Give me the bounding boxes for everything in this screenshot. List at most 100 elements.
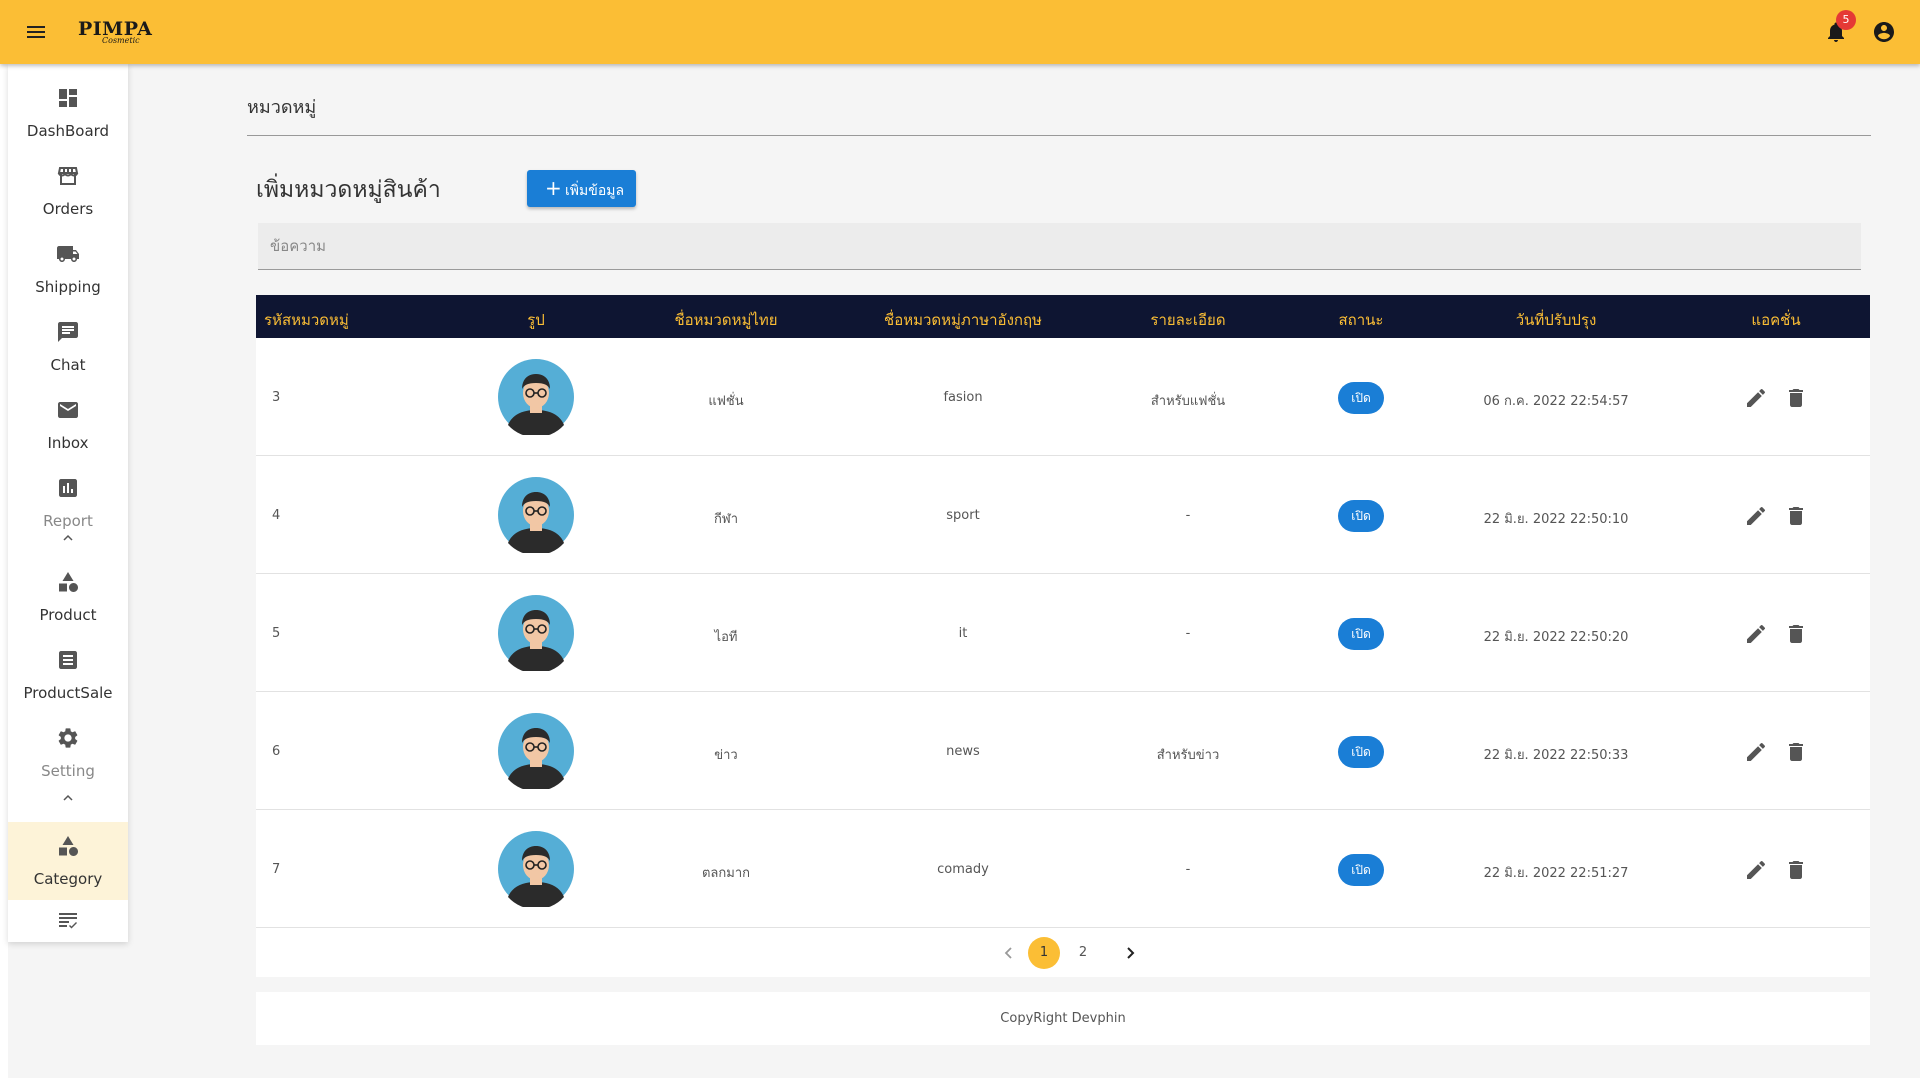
- sidebar-item-more[interactable]: [8, 906, 128, 942]
- sidebar-item-orders[interactable]: Orders: [8, 152, 128, 230]
- status-badge[interactable]: เปิด: [1338, 736, 1384, 768]
- sidebar-item-label: Category: [33, 870, 103, 888]
- status-badge[interactable]: เปิด: [1338, 854, 1384, 886]
- page-button-2[interactable]: 2: [1067, 937, 1099, 969]
- updated-date: 22 มิ.ย. 2022 22:51:27: [1483, 866, 1629, 881]
- sidebar-item-label: Chat: [50, 356, 86, 374]
- table-row: 5 ไอที it - เปิด 22 มิ.ย. 2022 22:50:20: [256, 574, 1870, 692]
- divider: [247, 135, 1871, 136]
- category-detail: สำหรับข่าว: [1156, 748, 1220, 763]
- edit-icon[interactable]: [1744, 622, 1768, 646]
- category-image: [498, 831, 574, 910]
- category-detail: -: [1185, 626, 1191, 641]
- category-detail: -: [1185, 862, 1191, 877]
- chevron-right-icon[interactable]: [1118, 941, 1142, 965]
- column-header: ชื่อหมวดหมู่ไทย: [674, 311, 778, 329]
- add-data-button[interactable]: + เพิ่มข้อมูล: [527, 170, 636, 207]
- column-header: ชื่อหมวดหมู่ภาษาอังกฤษ: [884, 311, 1042, 329]
- edit-icon[interactable]: [1744, 858, 1768, 882]
- hamburger-menu-icon[interactable]: [24, 20, 48, 44]
- category-image: [498, 713, 574, 792]
- status-badge[interactable]: เปิด: [1338, 382, 1384, 414]
- category-name-en: it: [958, 626, 968, 641]
- search-input[interactable]: [258, 223, 1861, 270]
- sidebar-item-inbox[interactable]: Inbox: [8, 386, 128, 464]
- edit-icon[interactable]: [1744, 504, 1768, 528]
- bar-chart-icon: [56, 476, 80, 500]
- column-header: รูป: [527, 311, 545, 329]
- category-id: 5: [272, 626, 281, 641]
- delete-icon[interactable]: [1784, 504, 1808, 528]
- sidebar-item-label: ProductSale: [23, 684, 113, 702]
- truck-icon: [56, 242, 80, 266]
- chevron-up-icon[interactable]: [60, 530, 76, 546]
- account-circle-icon[interactable]: [1872, 20, 1896, 44]
- category-detail: -: [1185, 508, 1191, 523]
- updated-date: 06 ก.ค. 2022 22:54:57: [1483, 394, 1629, 409]
- category-name-en: news: [946, 744, 980, 759]
- sidebar-item-setting[interactable]: Setting: [8, 714, 128, 792]
- sidebar-item-label: Setting: [41, 762, 95, 780]
- updated-date: 22 มิ.ย. 2022 22:50:33: [1483, 748, 1629, 763]
- sidebar-item-label: Report: [43, 512, 93, 530]
- delete-icon[interactable]: [1784, 622, 1808, 646]
- category-image: [498, 359, 574, 438]
- edit-icon[interactable]: [1744, 740, 1768, 764]
- category-name-th: ไอที: [714, 630, 738, 645]
- category-detail: สำหรับแฟชั่น: [1150, 394, 1226, 409]
- updated-date: 22 มิ.ย. 2022 22:50:10: [1483, 512, 1629, 527]
- table-row: 7 ตลกมาก comady - เปิด 22 มิ.ย. 2022 22:…: [256, 810, 1870, 928]
- sidebar-item-productsale[interactable]: ProductSale: [8, 636, 128, 714]
- category-name-en: fasion: [943, 390, 983, 405]
- add-button-label: เพิ่มข้อมูล: [565, 183, 625, 199]
- table-row: 3 แฟชั่น fasion สำหรับแฟชั่น เปิด 06 ก.ค…: [256, 338, 1870, 456]
- notification-badge: 5: [1836, 10, 1856, 30]
- shapes-icon: [56, 570, 80, 594]
- sidebar-item-dashboard[interactable]: DashBoard: [8, 74, 128, 152]
- category-image: [498, 595, 574, 674]
- plus-icon: +: [545, 176, 562, 200]
- category-image: [498, 477, 574, 556]
- checklist-icon: [56, 908, 80, 932]
- sidebar-item-product[interactable]: Product: [8, 558, 128, 636]
- sidebar-item-label: Shipping: [35, 278, 101, 296]
- updated-date: 22 มิ.ย. 2022 22:50:20: [1483, 630, 1629, 645]
- sidebar-item-label: DashBoard: [26, 122, 110, 140]
- top-app-bar: PIMPA Cosmetic 5: [0, 0, 1920, 64]
- category-id: 6: [272, 744, 281, 759]
- delete-icon[interactable]: [1784, 386, 1808, 410]
- section-heading: เพิ่มหมวดหมู่สินค้า: [256, 177, 441, 203]
- sidebar-item-shipping[interactable]: Shipping: [8, 230, 128, 308]
- chevron-up-icon[interactable]: [60, 790, 76, 806]
- category-name-th: ตลกมาก: [701, 866, 751, 881]
- column-header: แอคชั่น: [1751, 311, 1801, 329]
- status-badge[interactable]: เปิด: [1338, 618, 1384, 650]
- column-header: วันที่ปรับปรุง: [1515, 311, 1597, 329]
- edit-icon[interactable]: [1744, 386, 1768, 410]
- category-id: 4: [272, 508, 281, 523]
- category-name-en: comady: [937, 862, 989, 877]
- sidebar-item-label: Orders: [42, 200, 94, 218]
- mail-icon: [56, 398, 80, 422]
- list-icon: [56, 648, 80, 672]
- shapes-icon: [56, 834, 80, 858]
- left-edge: [0, 64, 8, 1078]
- table-row: 4 กีฬา sport - เปิด 22 มิ.ย. 2022 22:50:…: [256, 456, 1870, 574]
- sidebar-item-chat[interactable]: Chat: [8, 308, 128, 386]
- footer: CopyRight Devphin: [256, 992, 1870, 1045]
- category-name-th: ข่าว: [714, 748, 738, 763]
- category-id: 3: [272, 390, 281, 405]
- app-logo-subtext: Cosmetic: [102, 36, 140, 45]
- sidebar-item-category[interactable]: Category: [8, 822, 128, 900]
- category-id: 7: [272, 862, 281, 877]
- page-button-1[interactable]: 1: [1028, 937, 1060, 969]
- status-badge[interactable]: เปิด: [1338, 500, 1384, 532]
- dashboard-icon: [56, 86, 80, 110]
- category-name-en: sport: [946, 508, 980, 523]
- category-table: รหัสหมวดหมู่ รูป ชื่อหมวดหมู่ไทย ชื่อหมว…: [256, 295, 1870, 977]
- gear-icon: [56, 726, 80, 750]
- delete-icon[interactable]: [1784, 740, 1808, 764]
- delete-icon[interactable]: [1784, 858, 1808, 882]
- sidebar-item-label: Inbox: [47, 434, 89, 452]
- chevron-left-icon[interactable]: [997, 941, 1021, 965]
